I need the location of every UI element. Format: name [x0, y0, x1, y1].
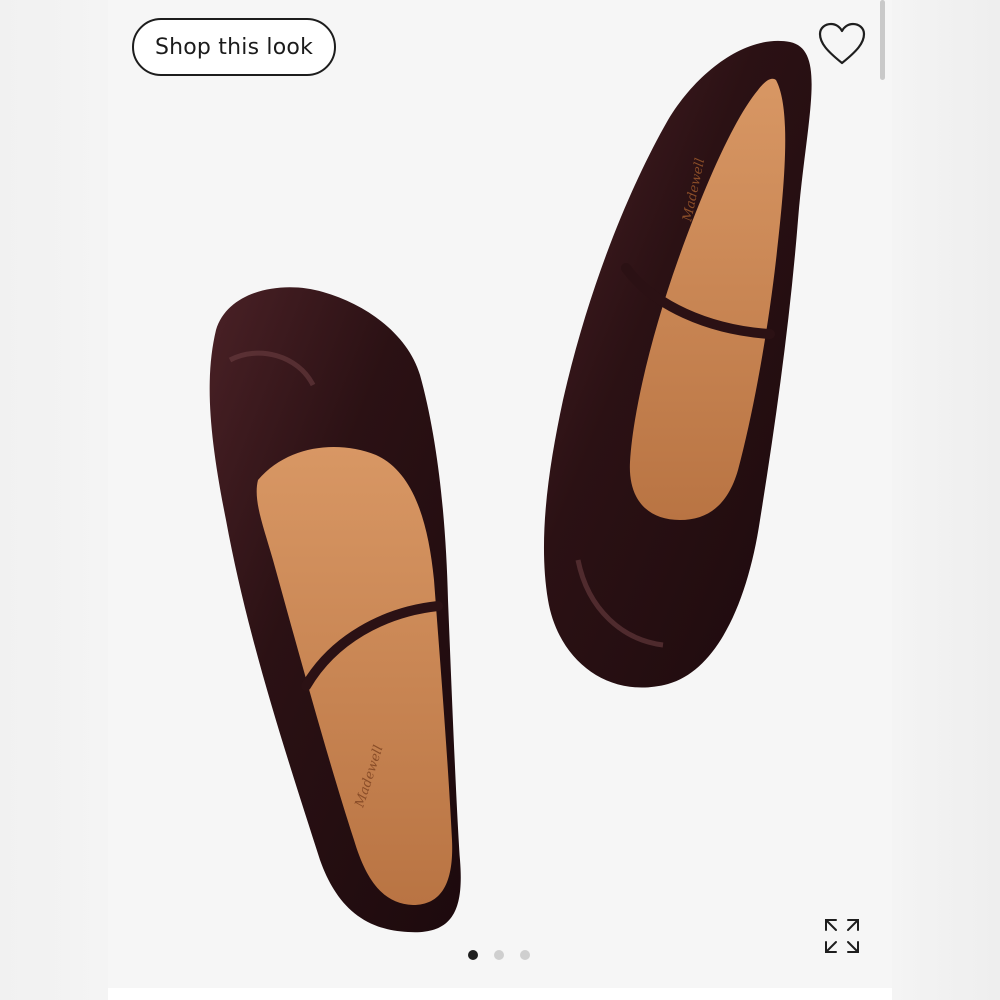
right-background	[890, 0, 1000, 1000]
left-shoe: Madewell	[209, 287, 461, 933]
product-gallery: Madewell Madewell Shop this look	[108, 0, 892, 988]
left-background	[0, 0, 108, 1000]
product-image: Madewell Madewell	[209, 40, 812, 933]
carousel-dots	[468, 950, 530, 960]
scrollbar[interactable]	[880, 0, 885, 80]
bottom-strip	[108, 988, 892, 1000]
carousel-dot-3[interactable]	[520, 950, 530, 960]
heart-outline-icon	[818, 22, 866, 65]
shop-this-look-button[interactable]: Shop this look	[132, 18, 336, 76]
expand-button[interactable]	[820, 914, 864, 958]
favorite-button[interactable]	[814, 16, 870, 72]
right-shoe: Madewell	[543, 40, 812, 688]
carousel-dot-2[interactable]	[494, 950, 504, 960]
expand-icon	[825, 919, 859, 953]
carousel-dot-1[interactable]	[468, 950, 478, 960]
